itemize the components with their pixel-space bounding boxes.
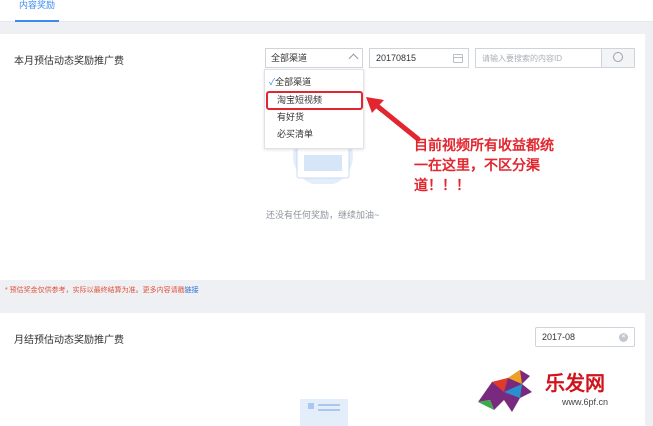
chevron-up-icon [348,53,359,64]
empty-state-illustration-2 [300,399,348,426]
month-field[interactable]: 2017-08 ✕ [535,327,635,347]
dropdown-item-must-buy-list[interactable]: 必买清单 [265,126,363,142]
disclaimer-note: * 预估奖金仅供参考，实际以最终结算为准。更多内容请戳链接 [5,285,199,295]
disclaimer-link[interactable]: 链接 [185,287,199,294]
channel-select[interactable]: 全部渠道 [265,48,363,68]
calendar-icon [453,54,463,63]
section-title-current-month: 本月预估动态奖励推广费 [14,56,124,67]
clear-icon[interactable]: ✕ [619,333,628,342]
annotation-arrow [366,97,421,142]
annotation-text: 目前视频所有收益都统 一在这里，不区分渠 道！！！ [414,135,574,195]
empty-state-text: 还没有任何奖励，继续加油~ [266,210,380,220]
annotation-line: 一在这里，不区分渠 [414,157,540,173]
highlight-box [266,91,363,110]
annotation-line: 目前视频所有收益都统 [414,137,554,153]
channel-select-value: 全部渠道 [271,53,308,63]
search-button[interactable] [601,49,634,67]
dropdown-item-label: 全部渠道 [275,77,312,87]
annotation-line: 道！！！ [414,177,470,193]
tab-bar: 内容奖励 [0,0,653,22]
search-input[interactable] [476,49,601,67]
content-id-search [475,48,635,68]
watermark-brand: 乐发网 [545,371,605,395]
dropdown-item-youhaohuo[interactable]: 有好货 [265,109,363,125]
disclaimer-text: * 预估奖金仅供参考，实际以最终结算为准。更多内容请戳 [5,287,185,294]
month-field-value: 2017-08 [542,332,576,342]
section-title-monthly: 月结预估动态奖励推广费 [14,335,124,346]
tab-content-rewards[interactable]: 内容奖励 [15,0,60,22]
dropdown-item-all-channels[interactable]: ✓全部渠道 [265,74,363,90]
watermark-url: www.6pf.cn [562,397,609,407]
date-field-value: 20170815 [376,53,417,63]
date-field[interactable]: 20170815 [369,48,469,68]
search-icon [613,52,623,62]
